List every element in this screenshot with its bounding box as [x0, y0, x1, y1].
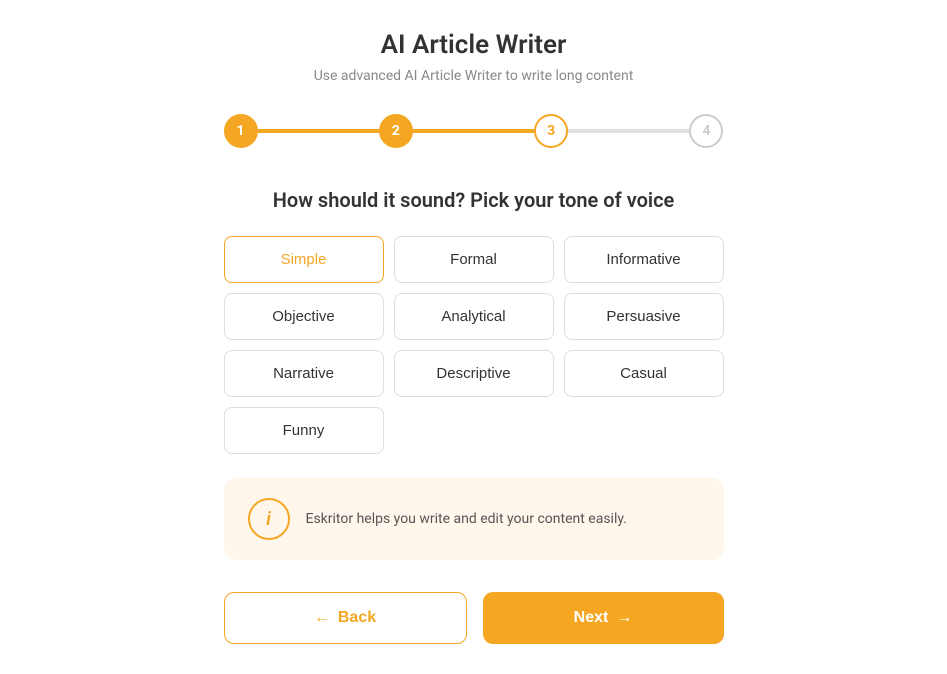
next-arrow-icon: → — [616, 609, 632, 627]
tone-simple[interactable]: Simple — [224, 236, 384, 283]
tone-grid: Simple Formal Informative Objective Anal… — [224, 236, 724, 454]
tone-descriptive[interactable]: Descriptive — [394, 350, 554, 397]
info-box: i Eskritor helps you write and edit your… — [224, 478, 724, 560]
tone-objective[interactable]: Objective — [224, 293, 384, 340]
button-row: ← Back Next → — [224, 592, 724, 644]
back-button[interactable]: ← Back — [224, 592, 467, 644]
section-title: How should it sound? Pick your tone of v… — [273, 188, 675, 212]
page-title: AI Article Writer — [381, 30, 567, 60]
tone-casual[interactable]: Casual — [564, 350, 724, 397]
next-label: Next — [574, 609, 609, 627]
step-4: 4 — [689, 114, 723, 148]
step-line-2-3 — [413, 129, 534, 133]
tone-informative[interactable]: Informative — [564, 236, 724, 283]
next-button[interactable]: Next → — [483, 592, 724, 644]
tone-funny[interactable]: Funny — [224, 407, 384, 454]
tone-formal[interactable]: Formal — [394, 236, 554, 283]
step-line-1-2 — [258, 129, 379, 133]
step-3: 3 — [534, 114, 568, 148]
tone-narrative[interactable]: Narrative — [224, 350, 384, 397]
info-icon: i — [266, 509, 271, 530]
tone-persuasive[interactable]: Persuasive — [564, 293, 724, 340]
tone-analytical[interactable]: Analytical — [394, 293, 554, 340]
step-line-3-4 — [568, 129, 689, 133]
step-2: 2 — [379, 114, 413, 148]
back-label: Back — [338, 609, 376, 627]
back-arrow-icon: ← — [314, 609, 330, 627]
step-1: 1 — [224, 114, 258, 148]
steps-progress: 1 2 3 4 — [224, 114, 724, 148]
info-text: Eskritor helps you write and edit your c… — [306, 509, 627, 530]
info-icon-wrapper: i — [248, 498, 290, 540]
page-subtitle: Use advanced AI Article Writer to write … — [314, 68, 634, 84]
main-container: AI Article Writer Use advanced AI Articl… — [174, 0, 774, 674]
